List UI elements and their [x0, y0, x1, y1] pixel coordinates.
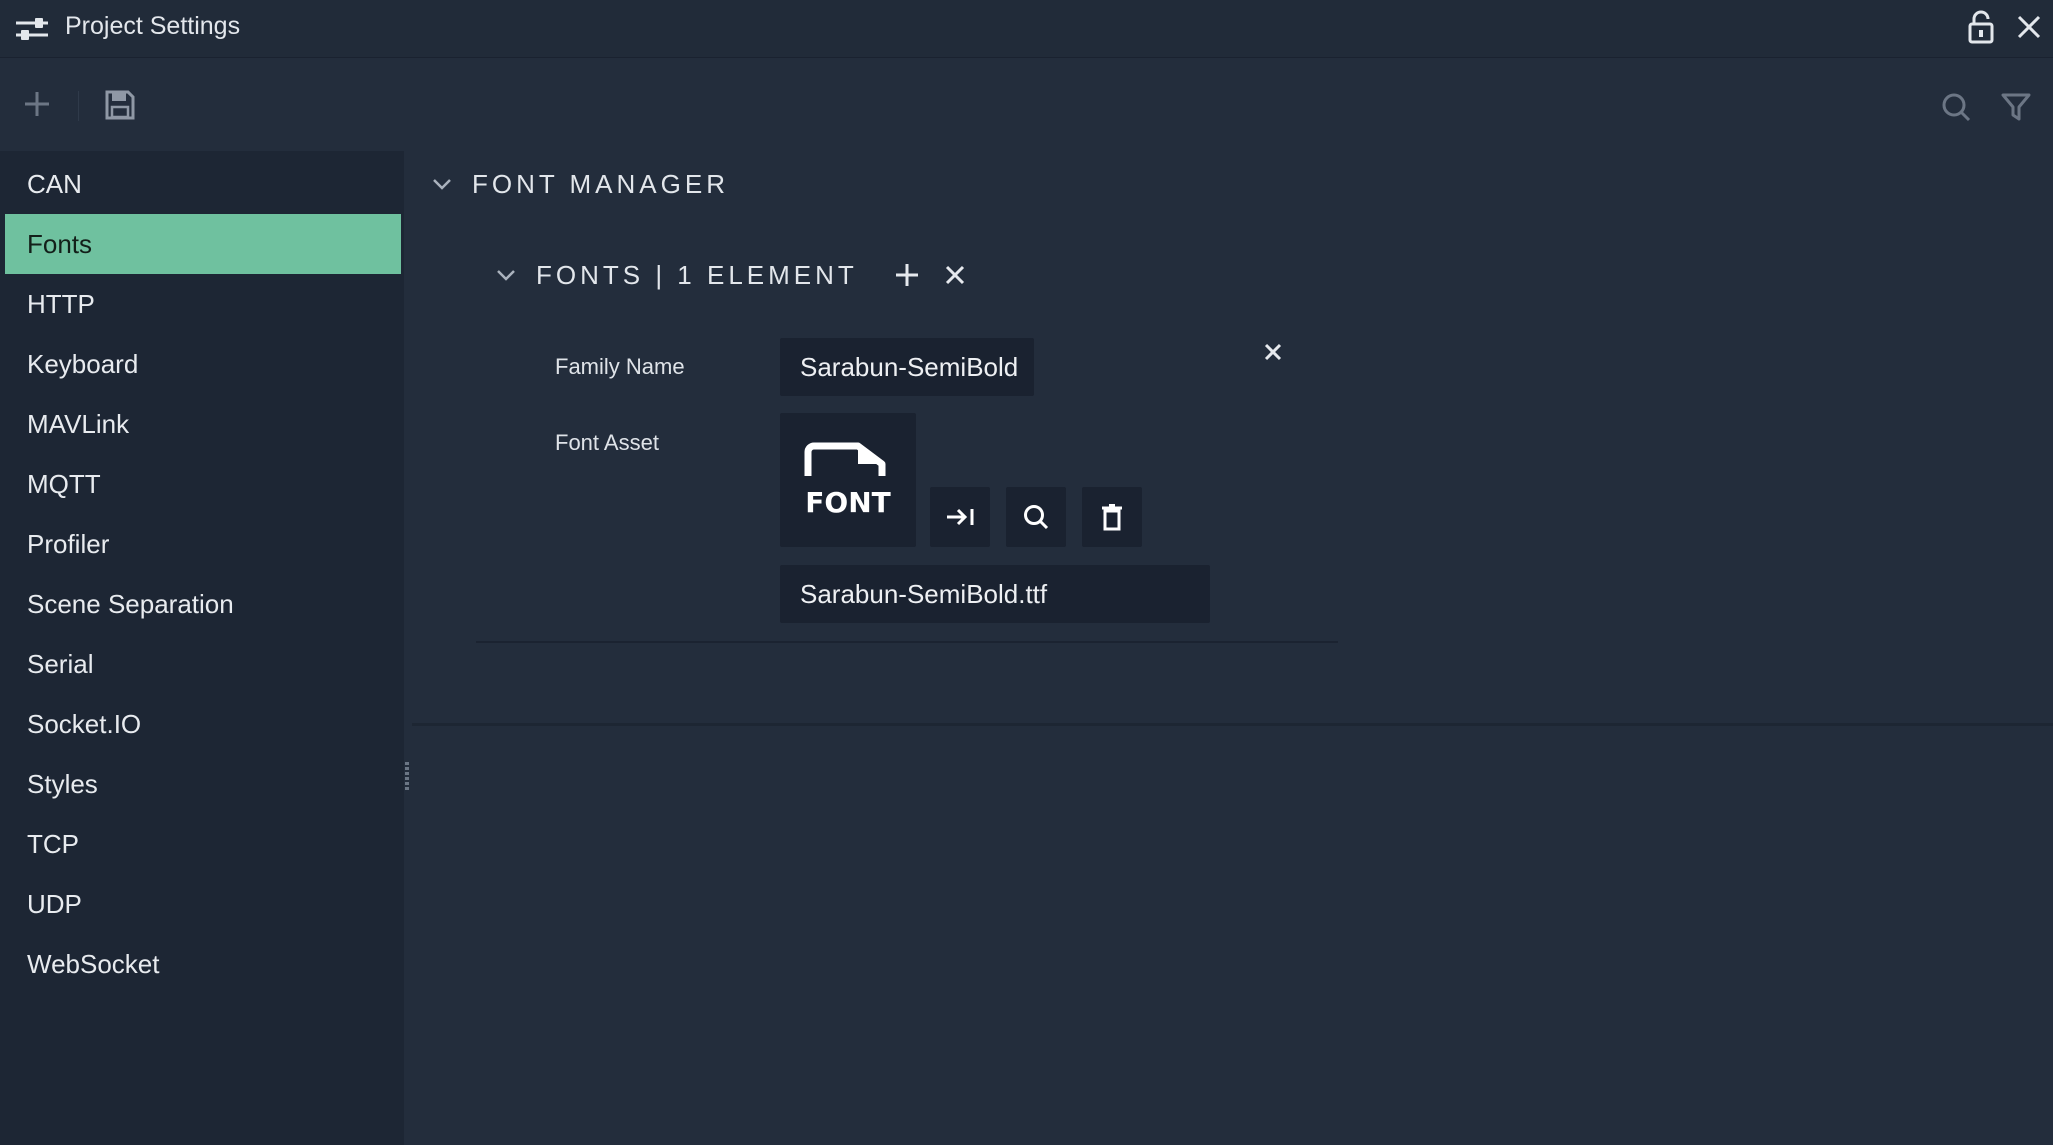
settings-content: FONT MANAGER FONTS | 1 ELEMENT Family Na… — [412, 151, 2053, 1145]
chevron-down-icon — [433, 179, 451, 190]
family-name-field[interactable]: Sarabun-SemiBold — [780, 338, 1034, 396]
sidebar-item-keyboard[interactable]: Keyboard — [5, 334, 401, 394]
sidebar-item-mqtt[interactable]: MQTT — [5, 454, 401, 514]
sidebar-item-styles[interactable]: Styles — [5, 754, 401, 814]
fonts-list-title: FONTS | 1 ELEMENT — [536, 259, 858, 290]
find-asset-button[interactable] — [1006, 487, 1066, 547]
save-icon — [105, 90, 135, 120]
assign-asset-button[interactable] — [930, 487, 990, 547]
sidebar-item-label: UDP — [27, 888, 82, 919]
close-icon[interactable] — [2014, 12, 2044, 42]
sidebar-item-label: Fonts — [27, 228, 93, 259]
fonts-list-header[interactable]: FONTS | 1 ELEMENT — [496, 258, 966, 292]
toolbar — [0, 59, 2053, 151]
sidebar-item-http[interactable]: HTTP — [5, 274, 401, 334]
plus-icon — [25, 92, 49, 116]
filter-button[interactable] — [1998, 89, 2034, 125]
panel-resize-handle[interactable] — [405, 762, 410, 798]
section-divider — [412, 723, 2053, 726]
search-icon — [1942, 93, 1971, 122]
sidebar-item-label: TCP — [27, 828, 79, 859]
chevron-down-icon — [497, 270, 515, 281]
sidebar-item-label: MAVLink — [27, 408, 130, 439]
filter-icon — [2001, 93, 2031, 121]
sidebar-item-label: Scene Separation — [27, 588, 234, 619]
section-title: FONT MANAGER — [472, 168, 729, 199]
save-button[interactable] — [102, 87, 138, 123]
remove-element-icon[interactable] — [1262, 341, 1284, 363]
toolbar-divider — [78, 91, 79, 121]
sidebar-item-udp[interactable]: UDP — [5, 874, 401, 934]
trash-icon — [1102, 504, 1122, 531]
sidebar-item-mavlink[interactable]: MAVLink — [5, 394, 401, 454]
add-button[interactable] — [20, 87, 54, 121]
sidebar-item-label: HTTP — [27, 288, 95, 319]
sidebar-item-label: WebSocket — [27, 948, 160, 979]
font-asset-thumbnail[interactable]: FONT — [780, 413, 916, 547]
font-asset-label: Font Asset — [555, 430, 659, 455]
sidebar-item-can[interactable]: CAN — [5, 154, 401, 214]
search-button[interactable] — [1938, 89, 1974, 125]
sidebar-item-socket-io[interactable]: Socket.IO — [5, 694, 401, 754]
font-asset-filename: Sarabun-SemiBold.ttf — [780, 565, 1210, 623]
search-icon — [1024, 505, 1049, 530]
sidebar-item-serial[interactable]: Serial — [5, 634, 401, 694]
font-manager-header[interactable]: FONT MANAGER — [432, 167, 729, 201]
sidebar-item-label: MQTT — [27, 468, 101, 499]
sidebar-item-label: Styles — [27, 768, 98, 799]
lock-icon[interactable] — [1966, 10, 1996, 44]
settings-sidebar: CAN Fonts HTTP Keyboard MAVLink MQTT Pro… — [0, 151, 404, 1145]
window-title: Project Settings — [65, 12, 241, 40]
title-bar: Project Settings — [0, 0, 2053, 58]
sidebar-item-websocket[interactable]: WebSocket — [5, 934, 401, 994]
sidebar-item-label: Keyboard — [27, 348, 139, 379]
element-divider — [476, 641, 1338, 643]
sidebar-item-label: Serial — [27, 648, 94, 679]
sidebar-item-label: Socket.IO — [27, 708, 142, 739]
sidebar-item-label: Profiler — [27, 528, 110, 559]
sidebar-item-tcp[interactable]: TCP — [5, 814, 401, 874]
delete-asset-button[interactable] — [1082, 487, 1142, 547]
sidebar-item-fonts[interactable]: Fonts — [5, 214, 401, 274]
family-name-label: Family Name — [555, 354, 685, 379]
font-file-icon: FONT — [804, 442, 891, 519]
svg-text:FONT: FONT — [805, 486, 890, 519]
sidebar-item-scene-separation[interactable]: Scene Separation — [5, 574, 401, 634]
clear-elements-icon[interactable] — [944, 264, 966, 286]
sidebar-item-profiler[interactable]: Profiler — [5, 514, 401, 574]
arrow-to-line-icon — [947, 508, 974, 526]
sliders-icon — [16, 18, 48, 40]
add-element-icon[interactable] — [894, 262, 920, 288]
sidebar-item-label: CAN — [27, 168, 82, 199]
